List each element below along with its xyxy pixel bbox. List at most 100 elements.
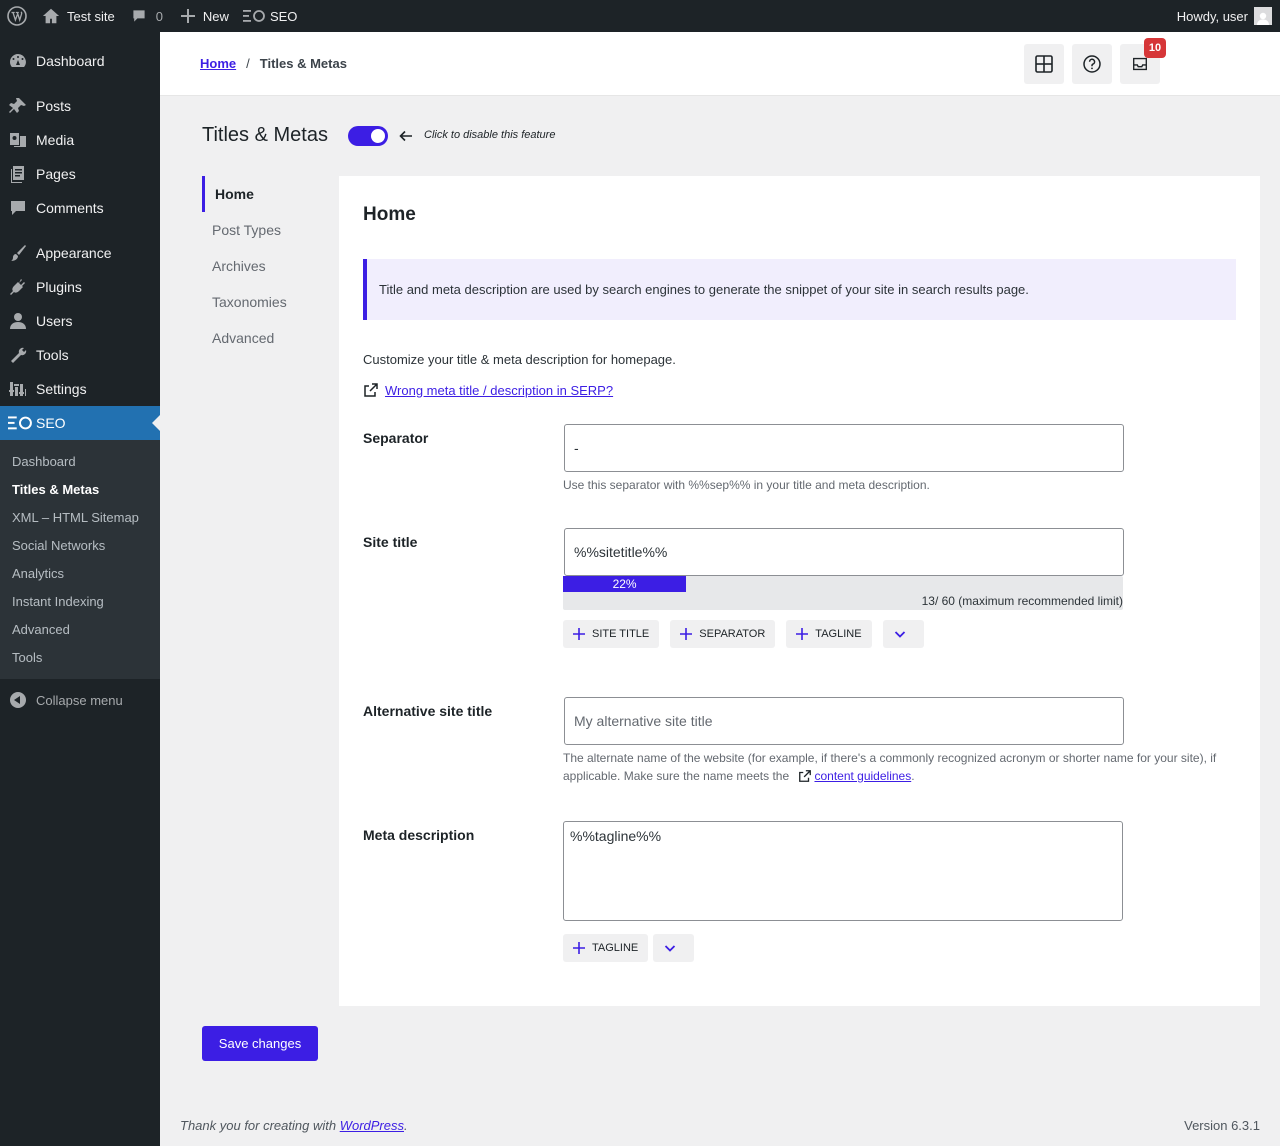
sidebar-item-media[interactable]: Media bbox=[0, 123, 160, 157]
tag-label: TAGLINE bbox=[815, 628, 862, 640]
sidebar-item-plugins[interactable]: Plugins bbox=[0, 270, 160, 304]
content-guidelines-link[interactable]: content guidelines bbox=[814, 769, 911, 783]
alt-title-help: The alternate name of the website (for e… bbox=[563, 749, 1233, 785]
sidebar-item-appearance[interactable]: Appearance bbox=[0, 236, 160, 270]
plus-icon bbox=[180, 9, 195, 23]
external-link-icon bbox=[798, 769, 812, 783]
breadcrumb-current: Titles & Metas bbox=[259, 56, 347, 71]
meta-description-tags: TAGLINE bbox=[563, 934, 705, 962]
submenu-item-titles-metas[interactable]: Titles & Metas bbox=[0, 475, 160, 503]
comment-icon bbox=[133, 10, 145, 22]
meta-description-textarea[interactable]: %%tagline%% bbox=[563, 821, 1123, 921]
seo-icon bbox=[242, 10, 265, 22]
sidebar-item-comments[interactable]: Comments bbox=[0, 191, 160, 225]
tag-label: TAGLINE bbox=[592, 942, 639, 954]
tag-separator-button[interactable]: SEPARATOR bbox=[670, 620, 776, 648]
site-name: Test site bbox=[67, 8, 115, 24]
admin-footer: Thank you for creating with WordPress. bbox=[180, 1118, 408, 1133]
title-length-count: 13/ 60 (maximum recommended limit) bbox=[921, 594, 1123, 608]
meta-description-label: Meta description bbox=[363, 827, 475, 843]
section-nav: Home Post Types Archives Taxonomies Adva… bbox=[202, 176, 332, 356]
sidebar-item-posts[interactable]: Posts bbox=[0, 89, 160, 123]
tag-label: SEPARATOR bbox=[699, 628, 766, 640]
seo-submenu: Dashboard Titles & Metas XML – HTML Site… bbox=[0, 440, 160, 679]
submenu-item-sitemap[interactable]: XML – HTML Sitemap bbox=[0, 503, 160, 531]
sidebar-item-label: Media bbox=[36, 132, 75, 148]
sidebar-item-label: Plugins bbox=[36, 279, 82, 295]
new-content-link[interactable]: New bbox=[174, 0, 236, 32]
tag-tagline-button[interactable]: TAGLINE bbox=[786, 620, 872, 648]
submenu-item-dashboard[interactable]: Dashboard bbox=[0, 447, 160, 475]
sidebar-item-label: Posts bbox=[36, 98, 72, 114]
help-button[interactable] bbox=[1072, 44, 1112, 84]
toggle-knob bbox=[371, 129, 385, 143]
site-title-input[interactable]: %%sitetitle%% bbox=[564, 528, 1124, 576]
chevron-down-icon bbox=[665, 945, 676, 952]
arrow-left-icon bbox=[398, 128, 414, 144]
separator-value: - bbox=[574, 440, 579, 456]
sidebar-item-dashboard[interactable]: Dashboard bbox=[0, 44, 160, 78]
save-changes-button[interactable]: Save changes bbox=[202, 1026, 318, 1061]
display-settings-button[interactable] bbox=[1024, 44, 1064, 84]
howdy-text: Howdy, user bbox=[1176, 8, 1248, 24]
site-title-label: Site title bbox=[363, 534, 418, 550]
wordpress-link[interactable]: WordPress bbox=[340, 1118, 404, 1133]
version-text: Version 6.3.1 bbox=[1184, 1118, 1260, 1133]
breadcrumb: Home / Titles & Metas bbox=[200, 56, 347, 71]
submenu-item-analytics[interactable]: Analytics bbox=[0, 559, 160, 587]
submenu-item-social-networks[interactable]: Social Networks bbox=[0, 531, 160, 559]
media-icon bbox=[10, 133, 26, 147]
sidebar-item-label: Comments bbox=[36, 200, 104, 216]
submenu-item-advanced[interactable]: Advanced bbox=[0, 615, 160, 643]
wordpress-logo-icon[interactable] bbox=[0, 0, 35, 32]
breadcrumb-home-link[interactable]: Home bbox=[200, 56, 236, 71]
settings-panel: Home Title and meta description are used… bbox=[339, 176, 1260, 1006]
grid-icon bbox=[1035, 55, 1053, 73]
feature-toggle[interactable] bbox=[348, 126, 388, 146]
collapse-menu-button[interactable]: Collapse menu bbox=[0, 683, 160, 717]
separator-input[interactable]: - bbox=[564, 424, 1124, 472]
user-icon bbox=[10, 313, 26, 329]
tab-home[interactable]: Home bbox=[202, 176, 332, 212]
tab-post-types[interactable]: Post Types bbox=[202, 212, 332, 248]
sidebar-item-seo[interactable]: SEO bbox=[0, 406, 160, 440]
more-tags-button[interactable] bbox=[653, 934, 695, 962]
site-title-value: %%sitetitle%% bbox=[574, 544, 668, 560]
more-tags-button[interactable] bbox=[882, 620, 924, 648]
tab-taxonomies[interactable]: Taxonomies bbox=[202, 284, 332, 320]
collapse-label: Collapse menu bbox=[36, 692, 123, 708]
my-account[interactable]: Howdy, user bbox=[1177, 7, 1280, 25]
pin-icon bbox=[9, 98, 26, 113]
submenu-item-tools[interactable]: Tools bbox=[0, 643, 160, 671]
sidebar-item-label: Appearance bbox=[36, 245, 112, 261]
alt-title-input[interactable]: My alternative site title bbox=[564, 697, 1124, 745]
chevron-down-icon bbox=[894, 631, 905, 638]
footer-text: Thank you for creating with bbox=[180, 1118, 337, 1133]
serp-link[interactable]: Wrong meta title / description in SERP? bbox=[385, 383, 613, 398]
avatar bbox=[1254, 7, 1272, 25]
sidebar-item-users[interactable]: Users bbox=[0, 304, 160, 338]
sidebar-item-label: Users bbox=[36, 313, 73, 329]
tab-advanced[interactable]: Advanced bbox=[202, 320, 332, 356]
notifications-badge: 10 bbox=[1144, 38, 1166, 58]
sidebar-item-settings[interactable]: Settings bbox=[0, 372, 160, 406]
comments-link[interactable]: 0 bbox=[124, 0, 170, 32]
help-icon bbox=[1083, 55, 1101, 73]
tag-tagline-button[interactable]: TAGLINE bbox=[563, 934, 649, 962]
home-icon bbox=[42, 8, 60, 24]
tab-archives[interactable]: Archives bbox=[202, 248, 332, 284]
seo-link[interactable]: SEO bbox=[236, 0, 304, 32]
sidebar-item-tools[interactable]: Tools bbox=[0, 338, 160, 372]
plus-icon bbox=[680, 628, 693, 640]
tag-site-title-button[interactable]: SITE TITLE bbox=[563, 620, 660, 648]
submenu-item-instant-indexing[interactable]: Instant Indexing bbox=[0, 587, 160, 615]
plus-icon bbox=[796, 628, 809, 640]
meta-description-value: %%tagline%% bbox=[570, 828, 662, 844]
site-name-link[interactable]: Test site bbox=[35, 0, 122, 32]
dashboard-icon bbox=[10, 54, 26, 67]
sidebar-item-pages[interactable]: Pages bbox=[0, 157, 160, 191]
title-length-bar: 22% bbox=[563, 576, 687, 592]
comment-icon bbox=[11, 201, 25, 215]
alt-title-help-end: . bbox=[911, 769, 915, 783]
toggle-hint: Click to disable this feature bbox=[424, 129, 556, 141]
